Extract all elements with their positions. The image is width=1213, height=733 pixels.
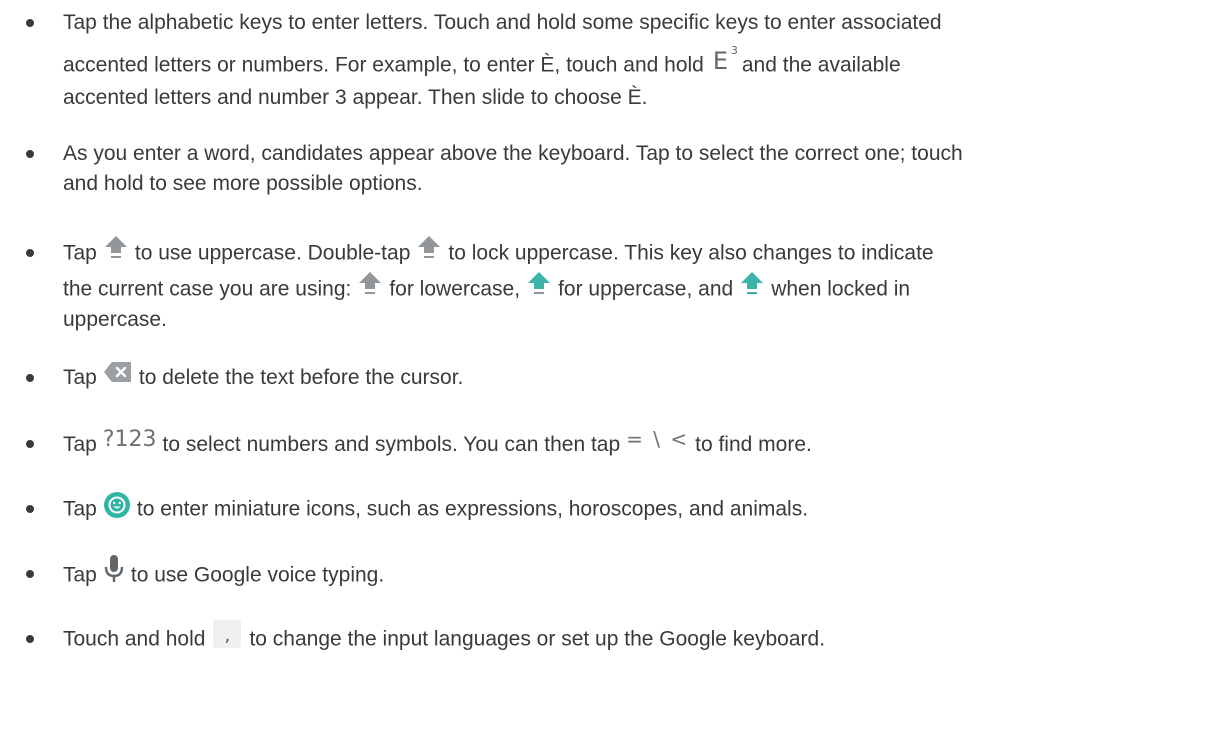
item-text: Touch and hold <box>63 627 206 651</box>
item-text: and hold to see more possible options. <box>63 172 423 195</box>
bullet <box>26 249 34 257</box>
e-key-icon: E3 <box>708 43 738 73</box>
item-text: for lowercase, <box>389 277 521 301</box>
text-line: Tap ?123 to select numbers and symbols. Yo… <box>63 427 812 458</box>
bullet <box>26 150 34 158</box>
bullet <box>26 570 34 578</box>
text-line: Touch and hold, to change the input langu… <box>63 620 826 654</box>
bullet <box>26 374 34 382</box>
text-line: uppercase. <box>63 307 167 333</box>
symbols-key-icon: = \ < <box>626 427 690 451</box>
text-line: Tap to delete the text before the cursor. <box>63 362 464 391</box>
item-text: to use uppercase. Double-tap <box>134 241 411 265</box>
item-text: and the available <box>741 53 901 77</box>
shift-locked-icon <box>739 269 765 297</box>
item-text: accented letters and number 3 appear. Th… <box>63 86 648 109</box>
item-text: to lock uppercase. This key also changes… <box>448 241 934 265</box>
shift-lowercase-icon <box>416 233 442 261</box>
text-line: As you enter a word, candidates appear a… <box>63 141 963 167</box>
shift-uppercase-icon <box>526 269 552 297</box>
key-superscript: 3 <box>730 44 738 57</box>
numbers-key-icon: ?123 <box>102 427 157 452</box>
item-text: Tap <box>63 497 97 521</box>
item-text: when locked in <box>771 277 911 301</box>
microphone-icon <box>103 554 125 584</box>
emoji-icon <box>103 491 131 519</box>
item-text: to delete the text before the cursor. <box>138 366 464 389</box>
item-text: to find more. <box>695 433 812 456</box>
item-text: Tap the alphabetic keys to enter letters… <box>63 11 942 34</box>
item-text: As you enter a word, candidates appear a… <box>63 142 963 165</box>
text-line: Tap to use uppercase. Double-tap to lock u… <box>63 236 934 268</box>
item-text: Tap <box>63 433 97 456</box>
bullet <box>26 440 34 448</box>
bullet <box>26 635 34 643</box>
item-text: to enter miniature icons, such as expres… <box>136 497 809 521</box>
item-text: Tap <box>63 366 97 389</box>
item-text: to change the input languages or set up … <box>249 627 826 651</box>
text-line: and hold to see more possible options. <box>63 171 423 197</box>
item-text: Tap <box>63 241 97 265</box>
item-text: uppercase. <box>63 308 167 331</box>
bullet <box>26 19 34 27</box>
text-line: the current case you are using: for lower… <box>63 272 911 304</box>
text-line: Tap to enter miniature icons, such as exp… <box>63 492 809 524</box>
text-line: Tap the alphabetic keys to enter letters… <box>63 10 942 36</box>
item-text: Tap <box>63 563 97 587</box>
shift-lowercase-icon <box>103 233 129 261</box>
text-line: Tap to use Google voice typing. <box>63 555 385 591</box>
item-text: to select numbers and symbols. You can t… <box>162 433 621 456</box>
shift-lowercase-icon <box>357 269 383 297</box>
backspace-icon <box>103 360 133 384</box>
key-letter: E <box>712 47 729 75</box>
item-text: accented letters or numbers. For example… <box>63 53 704 77</box>
item-text: the current case you are using: <box>63 277 352 301</box>
text-line: accented letters and number 3 appear. Th… <box>63 85 648 111</box>
item-text: for uppercase, and <box>558 277 734 301</box>
comma-key-icon: , <box>213 620 242 648</box>
item-text: to use Google voice typing. <box>130 563 385 587</box>
text-line: accented letters or numbers. For example… <box>63 44 901 81</box>
bullet <box>26 505 34 513</box>
comma-key-label: , <box>224 625 231 646</box>
